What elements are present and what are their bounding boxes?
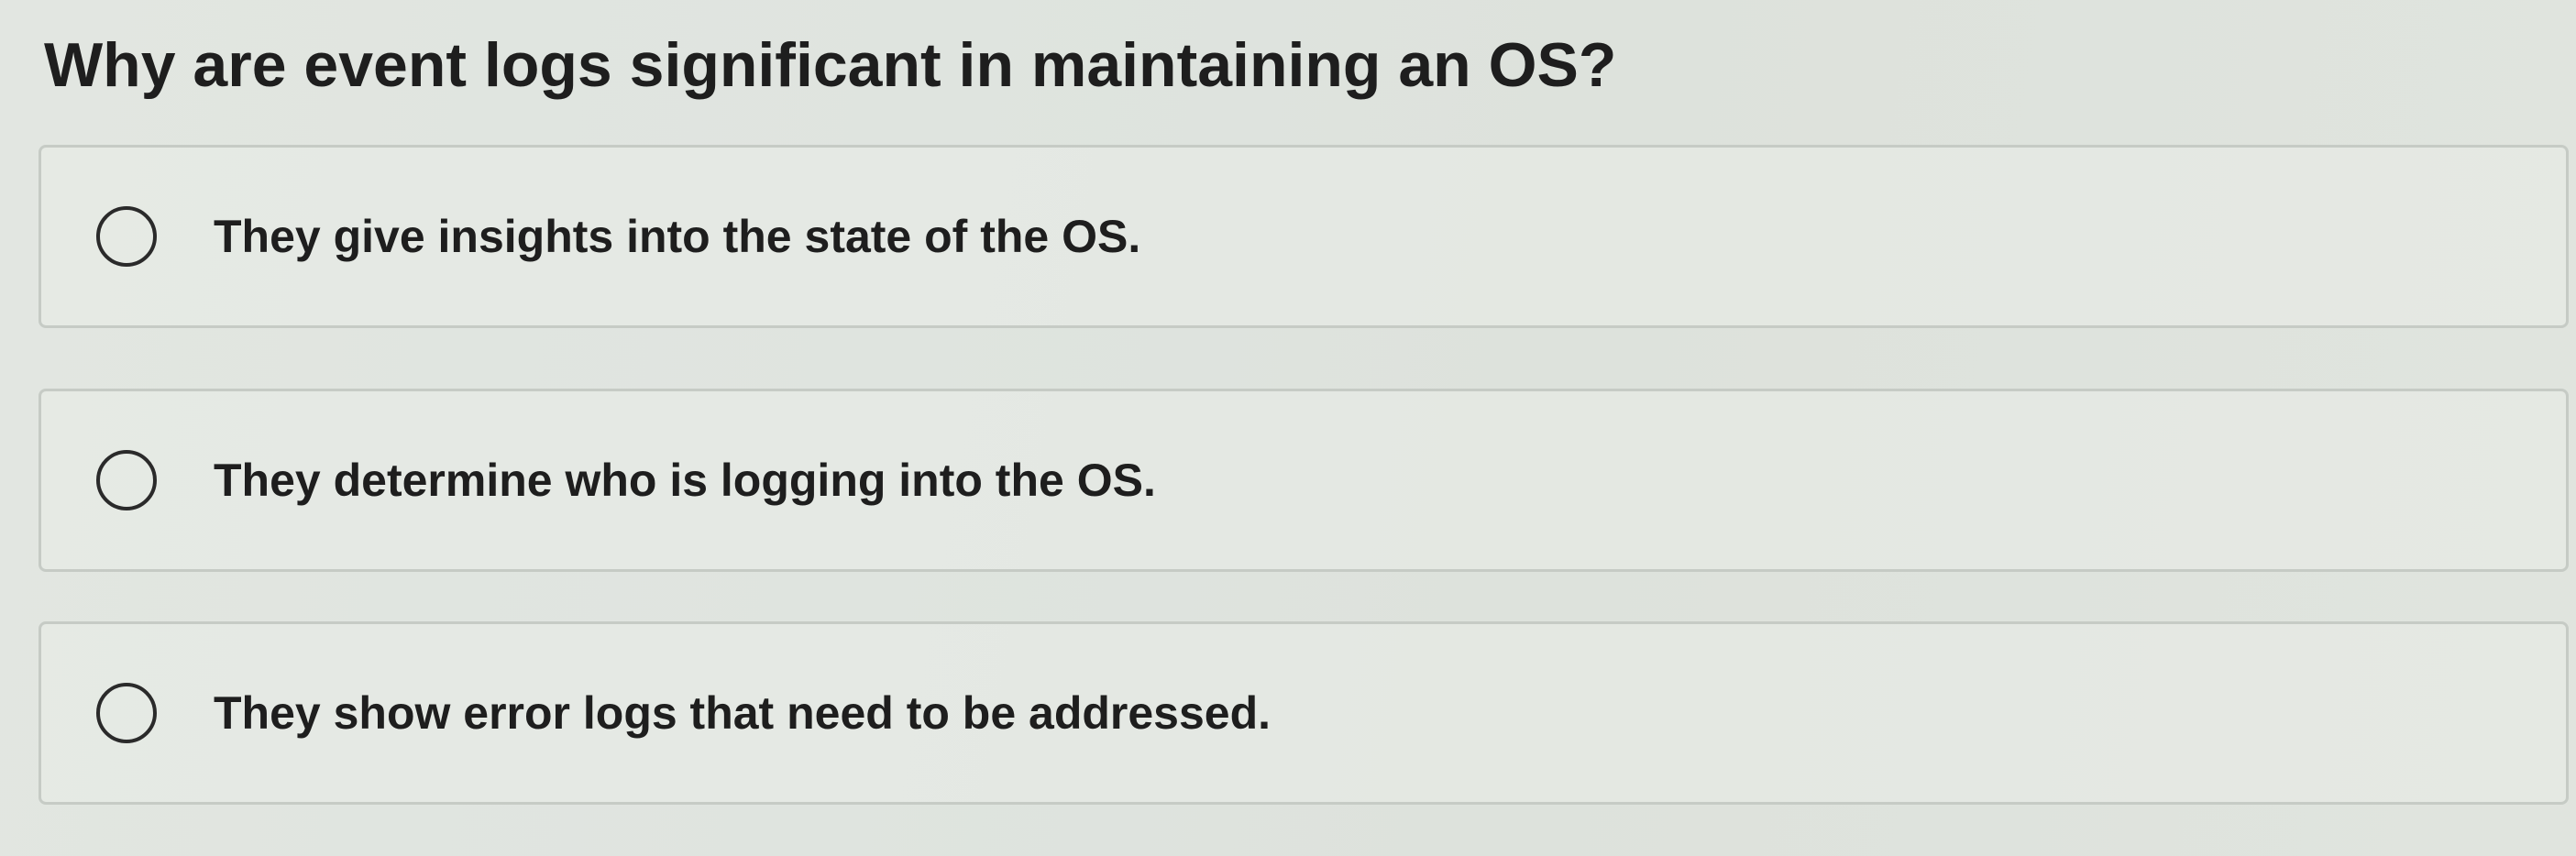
- answer-option-1[interactable]: They give insights into the state of the…: [39, 145, 2569, 328]
- radio-button-2[interactable]: [96, 450, 157, 510]
- radio-button-3[interactable]: [96, 683, 157, 743]
- answer-option-2[interactable]: They determine who is logging into the O…: [39, 389, 2569, 572]
- question-text: Why are event logs significant in mainta…: [44, 30, 1617, 100]
- answer-option-3[interactable]: They show error logs that need to be add…: [39, 621, 2569, 805]
- answer-option-label: They give insights into the state of the…: [214, 211, 1141, 262]
- answer-option-label: They determine who is logging into the O…: [214, 455, 1156, 506]
- radio-button-1[interactable]: [96, 206, 157, 267]
- answer-option-label: They show error logs that need to be add…: [214, 687, 1271, 739]
